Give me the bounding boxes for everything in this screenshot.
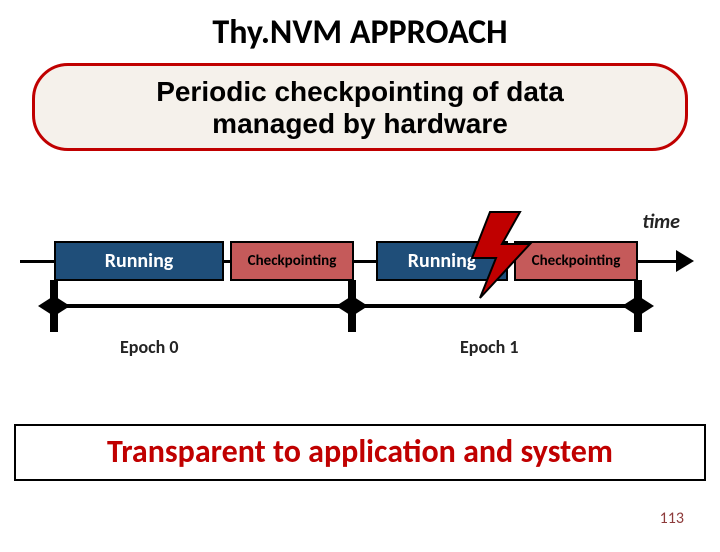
- tick-arrow-icon: [640, 297, 654, 315]
- running-block-1: Running: [54, 241, 224, 281]
- epoch-span-0: [58, 304, 346, 308]
- page-title: Thy.NVM APPROACH: [0, 12, 720, 53]
- time-axis-label: time: [642, 210, 680, 234]
- epoch-markers: Epoch 0 Epoch 1: [0, 280, 720, 360]
- subtitle-line-2: managed by hardware: [55, 108, 665, 140]
- lightning-icon: [468, 210, 538, 300]
- tick-arrow-icon: [38, 297, 52, 315]
- epoch-label-1: Epoch 1: [460, 336, 519, 358]
- epoch-label-0: Epoch 0: [120, 336, 179, 358]
- subtitle-banner: Periodic checkpointing of data managed b…: [32, 63, 688, 151]
- epoch-span-1: [356, 304, 632, 308]
- subtitle-line-1: Periodic checkpointing of data: [55, 76, 665, 108]
- bottom-banner: Transparent to application and system: [14, 424, 706, 481]
- page-number: 113: [660, 509, 684, 528]
- timeline-arrowhead-icon: [676, 250, 694, 272]
- timeline: Running Checkpointing Running Checkpoint…: [20, 236, 694, 286]
- checkpoint-block-1: Checkpointing: [230, 241, 354, 281]
